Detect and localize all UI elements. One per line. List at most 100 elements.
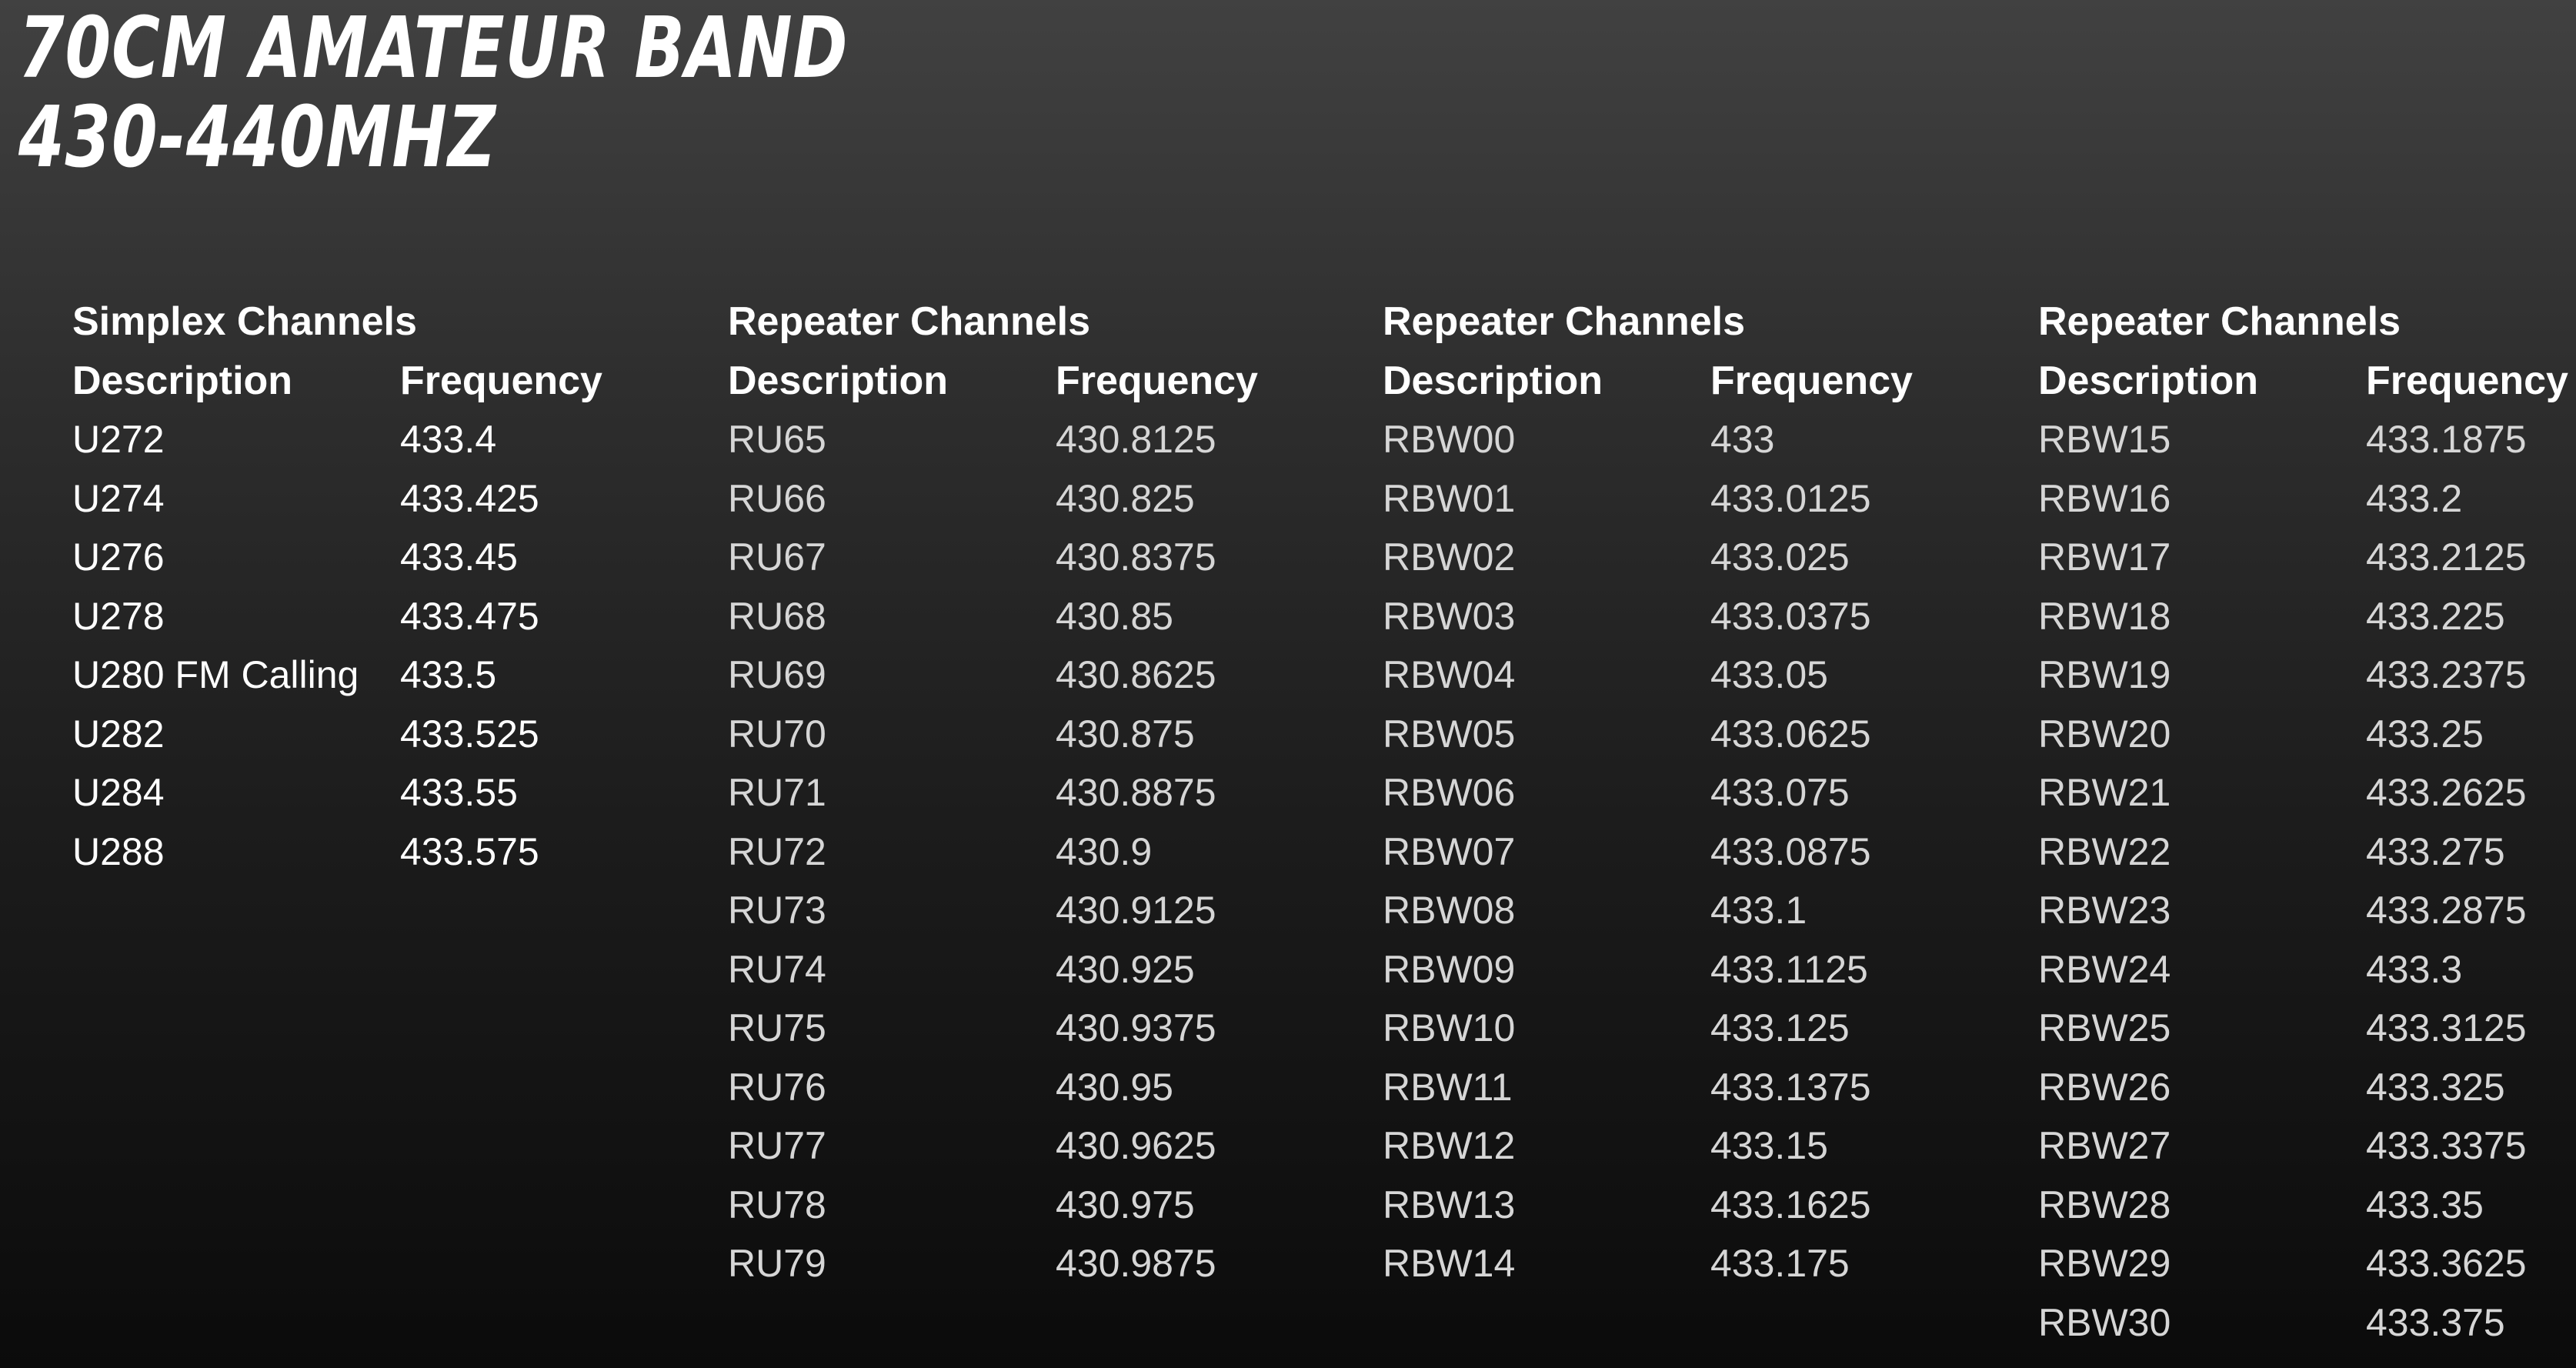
table-row: RBW29 433.3625 xyxy=(2038,1234,2568,1293)
table-row: U272 433.4 xyxy=(72,410,602,469)
table-row: RBW11 433.1375 xyxy=(1383,1058,1913,1117)
table-row: RU75 430.9375 xyxy=(728,999,1258,1058)
channel-description: RBW13 xyxy=(1383,1183,1516,1226)
channel-frequency: 433.175 xyxy=(1710,1242,1850,1285)
channel-description: U284 xyxy=(72,771,165,814)
table-row: RU72 430.9 xyxy=(728,822,1258,882)
table-row: U280 FM Calling 433.5 xyxy=(72,646,602,705)
repeater-channels-rbw-b-section: Repeater Channels Description Frequency … xyxy=(2038,292,2568,1352)
table-row: RBW09 433.1125 xyxy=(1383,940,1913,999)
channel-description: RBW11 xyxy=(1383,1065,1513,1109)
channel-description: RBW20 xyxy=(2038,712,2171,756)
channel-frequency: 433.5 xyxy=(400,653,497,696)
table-row: U276 433.45 xyxy=(72,528,602,587)
channel-frequency: 433.225 xyxy=(2366,594,2505,638)
channel-frequency: 433.2875 xyxy=(2366,889,2527,932)
table-row: RBW28 433.35 xyxy=(2038,1176,2568,1235)
channel-frequency: 433.45 xyxy=(400,536,518,579)
section-heading: Repeater Channels xyxy=(1383,299,1746,344)
channel-frequency: 433.0125 xyxy=(1710,476,1871,520)
table-row: RU67 430.8375 xyxy=(728,528,1258,587)
channel-frequency: 430.9125 xyxy=(1056,889,1216,932)
table-row: RU65 430.8125 xyxy=(728,410,1258,469)
column-header-frequency: Frequency xyxy=(1710,358,1913,403)
channel-description: RBW30 xyxy=(2038,1300,2171,1344)
channel-frequency: 433.325 xyxy=(2366,1065,2505,1109)
table-row: U274 433.425 xyxy=(72,469,602,529)
channel-description: RU71 xyxy=(728,771,826,814)
channel-description: RU77 xyxy=(728,1124,826,1167)
channel-description: RBW27 xyxy=(2038,1124,2171,1167)
channel-frequency: 433.375 xyxy=(2366,1300,2505,1344)
table-row: RBW23 433.2875 xyxy=(2038,881,2568,940)
table-row: RBW19 433.2375 xyxy=(2038,646,2568,705)
channel-frequency: 433.475 xyxy=(400,594,539,638)
simplex-channels-section: Simplex Channels Description Frequency U… xyxy=(72,292,602,881)
channel-frequency: 433.1875 xyxy=(2366,418,2527,461)
table-row: RBW16 433.2 xyxy=(2038,469,2568,529)
table-row: RBW17 433.2125 xyxy=(2038,528,2568,587)
channel-description: RBW24 xyxy=(2038,947,2171,991)
table-row: U282 433.525 xyxy=(72,705,602,764)
table-row: RBW22 433.275 xyxy=(2038,822,2568,882)
table-row: RU78 430.975 xyxy=(728,1176,1258,1235)
channel-description: RBW10 xyxy=(1383,1006,1516,1049)
table-row: RU69 430.8625 xyxy=(728,646,1258,705)
column-header-frequency: Frequency xyxy=(400,358,602,403)
channel-frequency: 430.925 xyxy=(1056,947,1195,991)
channel-description: U282 xyxy=(72,712,165,756)
channel-frequency: 433 xyxy=(1710,418,1775,461)
channel-description: RU70 xyxy=(728,712,826,756)
column-header-description: Description xyxy=(728,358,949,403)
table-row: RU73 430.9125 xyxy=(728,881,1258,940)
channel-description: RBW14 xyxy=(1383,1242,1516,1285)
channel-frequency: 433.125 xyxy=(1710,1006,1850,1049)
channel-description: RU72 xyxy=(728,829,826,873)
channel-frequency: 433.3125 xyxy=(2366,1006,2527,1049)
table-row: RBW25 433.3125 xyxy=(2038,999,2568,1058)
channel-frequency: 433.1625 xyxy=(1710,1183,1871,1226)
table-row: RBW03 433.0375 xyxy=(1383,587,1913,646)
channel-description: U280 FM Calling xyxy=(72,653,359,696)
channel-frequency: 433.35 xyxy=(2366,1183,2484,1226)
channel-description: RBW09 xyxy=(1383,947,1516,991)
channel-description: RBW07 xyxy=(1383,829,1516,873)
table-row: RU70 430.875 xyxy=(728,705,1258,764)
table-row: RU66 430.825 xyxy=(728,469,1258,529)
table-row: RBW26 433.325 xyxy=(2038,1058,2568,1117)
page-title: 70CM AMATEUR BAND 430-440MHZ xyxy=(18,3,1083,182)
channel-frequency: 430.9 xyxy=(1056,829,1153,873)
channel-description: RU74 xyxy=(728,947,826,991)
title-band-name: 70CM AMATEUR BAND xyxy=(18,0,849,97)
repeater-channels-ru-section: Repeater Channels Description Frequency … xyxy=(728,292,1258,1293)
table-row: RBW04 433.05 xyxy=(1383,646,1913,705)
channel-description: RU75 xyxy=(728,1006,826,1049)
channel-description: U274 xyxy=(72,476,165,520)
channel-description: RU69 xyxy=(728,653,826,696)
channel-description: RU68 xyxy=(728,594,826,638)
channel-description: RBW12 xyxy=(1383,1124,1516,1167)
channel-description: RU73 xyxy=(728,889,826,932)
section-heading: Simplex Channels xyxy=(72,299,417,344)
channel-frequency: 430.975 xyxy=(1056,1183,1195,1226)
channel-frequency: 430.9875 xyxy=(1056,1242,1216,1285)
channel-description: RU76 xyxy=(728,1065,826,1109)
channel-description: RU67 xyxy=(728,536,826,579)
table-header-row: Description Frequency xyxy=(728,352,1258,411)
channel-description: RBW15 xyxy=(2038,418,2171,461)
channel-description: RBW25 xyxy=(2038,1006,2171,1049)
channel-rows: RBW15 433.1875 RBW16 433.2 RBW17 433.2125 RBW1… xyxy=(2038,410,2568,1352)
channel-frequency: 430.8625 xyxy=(1056,653,1216,696)
table-row: RBW13 433.1625 xyxy=(1383,1176,1913,1235)
table-row: RBW30 433.375 xyxy=(2038,1293,2568,1353)
channel-frequency: 430.95 xyxy=(1056,1065,1173,1109)
table-row: RBW12 433.15 xyxy=(1383,1116,1913,1176)
channel-description: RBW16 xyxy=(2038,476,2171,520)
channel-frequency: 433.025 xyxy=(1710,536,1850,579)
channel-description: RBW03 xyxy=(1383,594,1516,638)
channel-description: RBW06 xyxy=(1383,771,1516,814)
channel-description: RBW19 xyxy=(2038,653,2171,696)
channel-description: RU78 xyxy=(728,1183,826,1226)
table-row: RBW27 433.3375 xyxy=(2038,1116,2568,1176)
table-row: RBW01 433.0125 xyxy=(1383,469,1913,529)
